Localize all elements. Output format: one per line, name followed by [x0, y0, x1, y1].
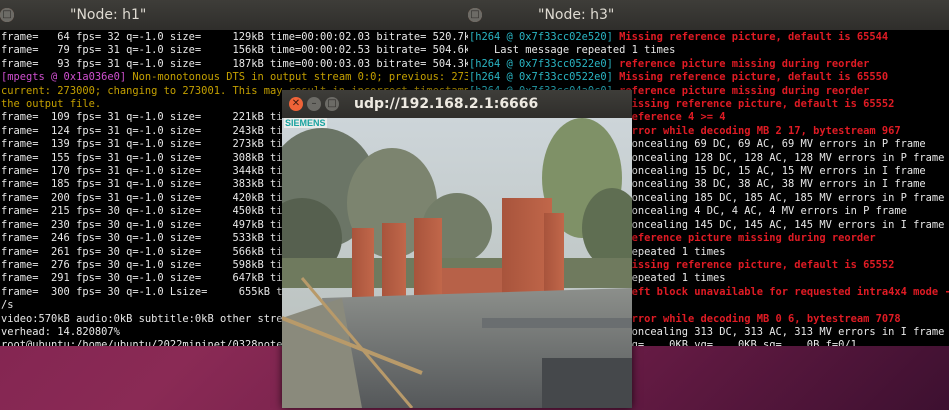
terminal-text: verhead: 14.820807% [1, 325, 120, 338]
terminal-text: frame= 261 fps= 30 q=-1.0 size= 566kB ti… [1, 245, 296, 258]
terminal-text: frame= 139 fps= 31 q=-1.0 size= 273kB ti… [1, 138, 296, 151]
terminal-text: frame= 185 fps= 31 q=-1.0 size= 383kB ti… [1, 178, 296, 191]
terminal-text: Missing reference picture, default is 65… [625, 98, 895, 111]
terminal-text: frame= 276 fps= 30 q=-1.0 size= 598kB ti… [1, 258, 296, 271]
terminal-text: frame= 200 fps= 31 q=-1.0 size= 420kB ti… [1, 191, 296, 204]
terminal-text: Missing reference picture, default is 65… [619, 31, 889, 43]
siemens-watermark: SIEMENS [284, 118, 327, 128]
terminal-text: Non-monotonous DTS in output stream 0:0;… [132, 71, 468, 84]
terminal-text: video:570kB audio:0kB subtitle:0kB other… [1, 312, 296, 325]
terminal-line: frame= 64 fps= 32 q=-1.0 size= 129kB tim… [1, 31, 468, 44]
maximize-icon[interactable]: □ [325, 97, 339, 111]
terminal-text: Last message repeated 1 times [469, 44, 676, 57]
video-window-title: udp://192.168.2.1:6666 [354, 96, 539, 112]
terminal-text: reference picture missing during reorder [625, 232, 876, 245]
maximize-icon[interactable]: □ [0, 8, 14, 22]
video-frame: SIEMENS [282, 118, 632, 408]
maximize-icon[interactable]: □ [468, 8, 482, 22]
terminal-text: frame= 64 fps= 32 q=-1.0 size= 129kB tim… [1, 31, 468, 43]
terminal-text: reference picture missing during reorder [619, 57, 870, 70]
terminal-text: frame= 215 fps= 30 q=-1.0 size= 450kB ti… [1, 205, 296, 218]
terminal-text: reference picture missing during reorder [619, 84, 870, 97]
terminal-text: frame= 246 fps= 30 q=-1.0 size= 533kB ti… [1, 232, 296, 245]
terminal-text: frame= 170 fps= 31 q=-1.0 size= 344kB ti… [1, 165, 296, 178]
terminal-text: frame= 79 fps= 31 q=-1.0 size= 156kB tim… [1, 44, 468, 57]
terminal-text: frame= 291 fps= 30 q=-1.0 size= 647kB ti… [1, 272, 296, 285]
h3-titlebar[interactable]: ✕ – □ "Node: h3" [468, 0, 949, 30]
terminal-text: error while decoding MB 0 6, bytestream … [625, 312, 901, 325]
h1-window-title: "Node: h1" [70, 7, 147, 23]
terminal-line: [mpegts @ 0x1a036e0] Non-monotonous DTS … [1, 71, 468, 84]
h3-window-title: "Node: h3" [538, 7, 615, 23]
close-icon[interactable]: ✕ [289, 97, 303, 111]
terminal-text: frame= 155 fps= 31 q=-1.0 size= 308kB ti… [1, 151, 296, 164]
terminal-text: frame= 124 fps= 31 q=-1.0 size= 243kB ti… [1, 124, 296, 137]
video-titlebar[interactable]: ✕ – □ udp://192.168.2.1:6666 [282, 90, 632, 118]
terminal-line: [h264 @ 0x7f33cc0522e0] reference pictur… [469, 58, 949, 71]
video-player-window[interactable]: ✕ – □ udp://192.168.2.1:6666 SIEMENS [282, 90, 632, 408]
terminal-text: reference 4 >= 4 [625, 111, 726, 124]
terminal-line: [h264 @ 0x7f33cc0522e0] Missing referenc… [469, 71, 949, 84]
terminal-line: frame= 79 fps= 31 q=-1.0 size= 156kB tim… [1, 44, 468, 57]
terminal-text: [h264 @ 0x7f33cc02e520] [469, 31, 620, 43]
terminal-text: frame= 109 fps= 31 q=-1.0 size= 221kB ti… [1, 111, 296, 124]
terminal-text: [mpegts @ 0x1a036e0] [1, 71, 133, 84]
terminal-text: left block unavailable for requested int… [625, 285, 949, 298]
terminal-line: Last message repeated 1 times [469, 44, 949, 57]
terminal-text: frame= 230 fps= 30 q=-1.0 size= 497kB ti… [1, 218, 296, 231]
terminal-text: root@ubuntu:/home/ubuntu/2022mininet/032… [1, 339, 289, 346]
h1-titlebar[interactable]: ✕ – □ "Node: h1" [0, 0, 468, 30]
terminal-text: the output file. [1, 98, 102, 111]
terminal-text: /s [1, 299, 14, 312]
minimize-icon[interactable]: – [307, 97, 321, 111]
terminal-text: frame= 93 fps= 31 q=-1.0 size= 187kB tim… [1, 57, 468, 70]
terminal-line: frame= 93 fps= 31 q=-1.0 size= 187kB tim… [1, 58, 468, 71]
terminal-text: [h264 @ 0x7f33cc0522e0] [469, 71, 620, 84]
terminal-text: Missing reference picture, default is 65… [625, 258, 895, 271]
terminal-text: frame= 300 fps= 30 q=-1.0 Lsize= 655kB t… [1, 285, 296, 298]
terminal-text: [h264 @ 0x7f33cc0522e0] [469, 57, 620, 70]
construction-scene-image [282, 118, 632, 408]
terminal-text: Missing reference picture, default is 65… [619, 71, 889, 84]
terminal-text: error while decoding MB 2 17, bytestream… [625, 124, 901, 137]
terminal-line: [h264 @ 0x7f33cc02e520] Missing referenc… [469, 31, 949, 44]
